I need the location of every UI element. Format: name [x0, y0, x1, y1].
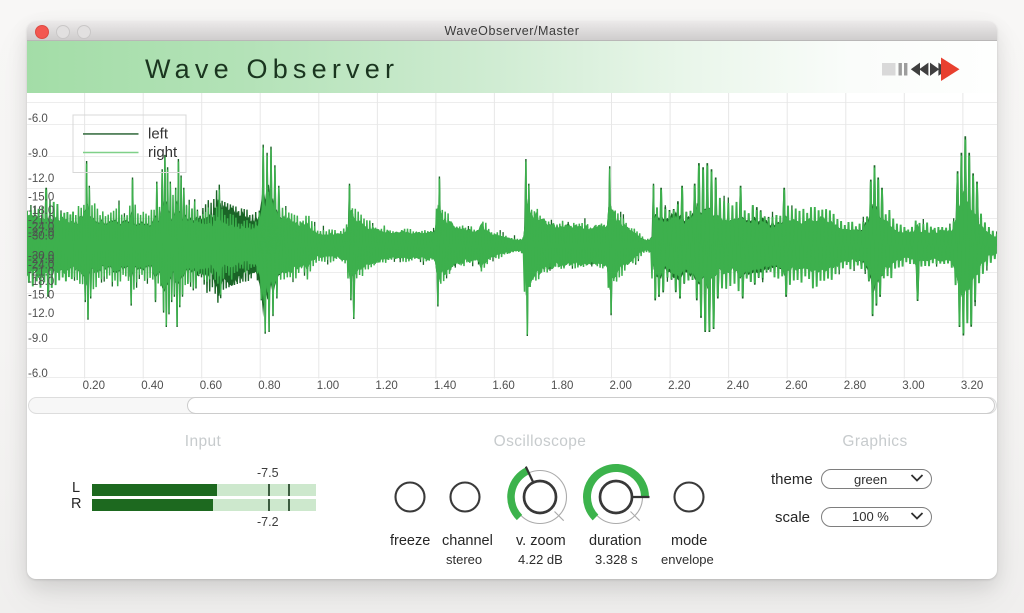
svg-text:0.20: 0.20	[83, 379, 105, 391]
svg-text:-6.0: -6.0	[28, 368, 48, 380]
svg-text:-30.0: -30.0	[28, 230, 54, 242]
svg-text:-15.0: -15.0	[28, 191, 54, 203]
svg-text:-12.0: -12.0	[28, 307, 54, 319]
svg-text:1.20: 1.20	[375, 379, 397, 391]
svg-text:0.40: 0.40	[141, 379, 163, 391]
svg-text:right: right	[148, 144, 178, 161]
svg-text:-30.0: -30.0	[28, 250, 54, 262]
svg-text:2.00: 2.00	[610, 379, 632, 391]
svg-text:3.00: 3.00	[902, 379, 924, 391]
svg-text:2.20: 2.20	[668, 379, 690, 391]
svg-text:-9.0: -9.0	[28, 147, 48, 159]
svg-text:2.40: 2.40	[727, 379, 749, 391]
svg-text:1.40: 1.40	[434, 379, 456, 391]
svg-text:3.20: 3.20	[961, 379, 983, 391]
svg-text:-15.0: -15.0	[28, 289, 54, 301]
svg-text:2.60: 2.60	[785, 379, 807, 391]
svg-text:-9.0: -9.0	[28, 333, 48, 345]
svg-text:1.80: 1.80	[551, 379, 573, 391]
svg-text:1.60: 1.60	[492, 379, 514, 391]
svg-text:left: left	[148, 125, 169, 142]
svg-text:-6.0: -6.0	[28, 112, 48, 124]
svg-text:2.80: 2.80	[844, 379, 866, 391]
svg-text:-12.0: -12.0	[28, 173, 54, 185]
svg-text:1.00: 1.00	[317, 379, 339, 391]
svg-text:0.60: 0.60	[200, 379, 222, 391]
svg-text:0.80: 0.80	[258, 379, 280, 391]
